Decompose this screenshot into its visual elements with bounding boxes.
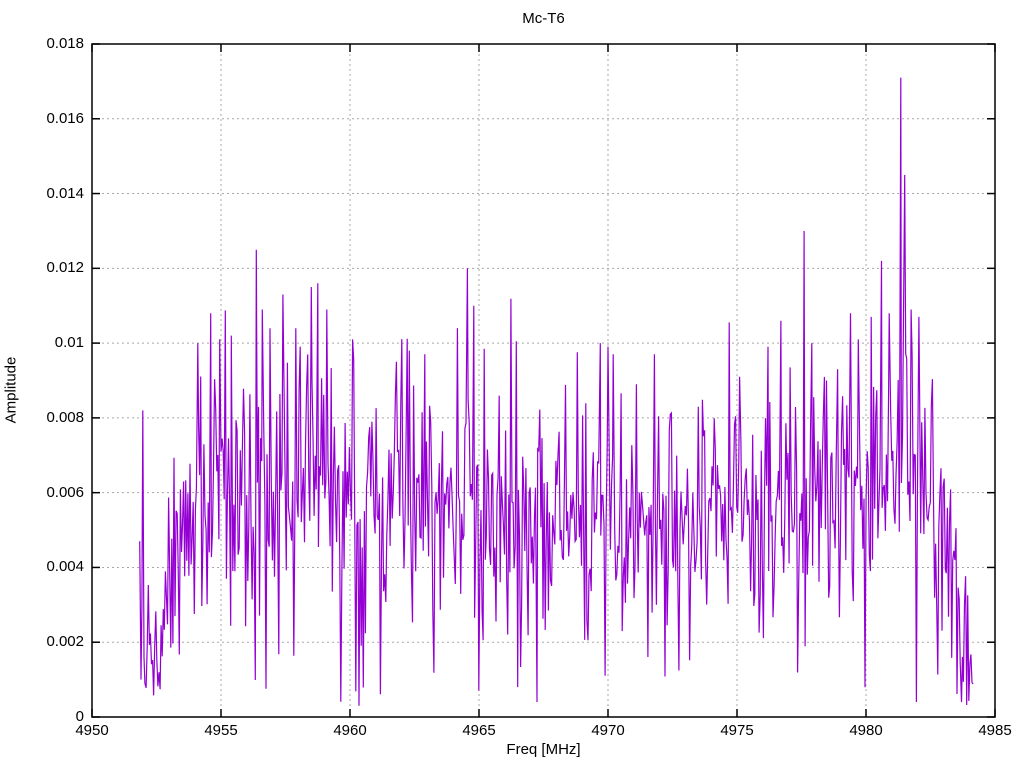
x-tick-label: 4985 bbox=[978, 722, 1012, 739]
y-tick-label: 0.002 bbox=[46, 633, 84, 651]
y-tick-label: 0.014 bbox=[46, 184, 84, 202]
chart-figure: Mc-T6 Amplitude Freq [MHz] 4950 4955 4960 4… bbox=[0, 0, 1024, 768]
spectrum-plot-canvas bbox=[91, 43, 996, 718]
y-tick-label: 0.012 bbox=[46, 259, 84, 277]
x-tick-label: 4955 bbox=[204, 722, 238, 739]
y-tick-label: 0.018 bbox=[46, 35, 84, 52]
x-tick-label: 4975 bbox=[720, 722, 754, 739]
y-tick-label: 0.008 bbox=[46, 408, 84, 426]
x-tick-label: 4960 bbox=[333, 722, 367, 739]
y-tick-label: 0 bbox=[75, 708, 84, 725]
x-axis-label: Freq [MHz] bbox=[506, 741, 581, 758]
y-tick-label: 0.01 bbox=[54, 334, 84, 352]
series-line-Mc-T6 bbox=[139, 77, 974, 706]
y-tick-label: 0.016 bbox=[46, 109, 84, 127]
x-tick-label: 4970 bbox=[591, 722, 625, 739]
chart-title: Mc-T6 bbox=[522, 10, 565, 27]
y-tick-label: 0.004 bbox=[46, 558, 84, 576]
x-tick-label: 4980 bbox=[849, 722, 883, 739]
x-tick-label: 4965 bbox=[462, 722, 496, 739]
y-tick-label: 0.006 bbox=[46, 483, 84, 501]
